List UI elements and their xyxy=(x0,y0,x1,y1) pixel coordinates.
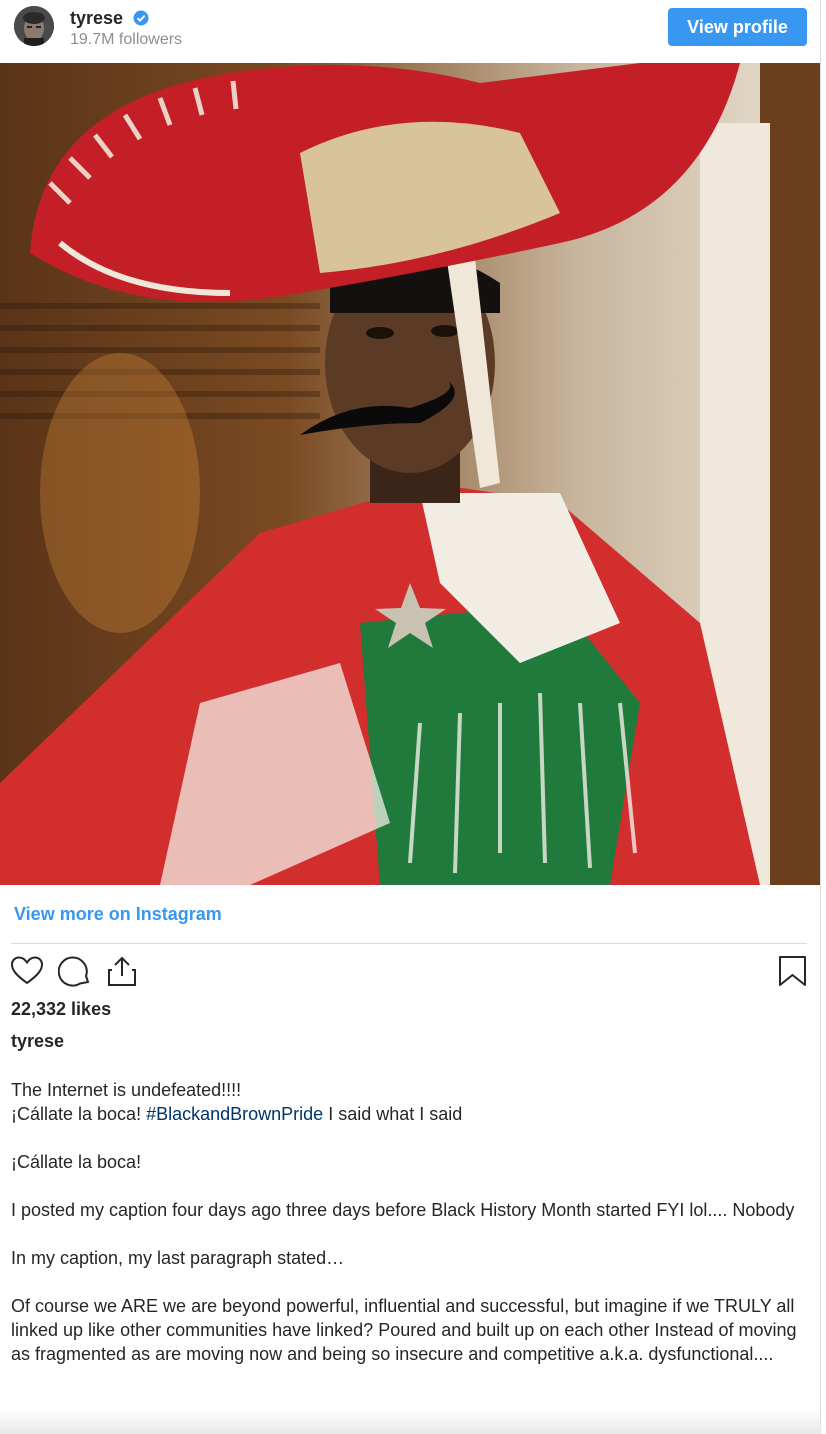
post-header: tyrese 19.7M followers View profile xyxy=(0,0,821,62)
comment-icon[interactable] xyxy=(57,954,92,988)
like-count[interactable]: 22,332 likes xyxy=(11,999,111,1020)
post-image[interactable] xyxy=(0,63,820,885)
caption-spacer xyxy=(11,1270,811,1294)
bottom-fade xyxy=(0,1408,821,1434)
username[interactable]: tyrese xyxy=(70,8,123,29)
verified-badge-icon xyxy=(133,10,149,26)
divider xyxy=(11,943,807,944)
caption-line: ¡Cállate la boca! #BlackandBrownPride I … xyxy=(11,1102,811,1126)
avatar[interactable] xyxy=(14,6,54,46)
caption-spacer xyxy=(11,1222,811,1246)
instagram-embed: tyrese 19.7M followers View profile View… xyxy=(0,0,821,1434)
caption-text: I said what I said xyxy=(323,1104,463,1124)
heart-icon[interactable] xyxy=(10,954,44,988)
action-bar xyxy=(0,950,821,994)
share-icon[interactable] xyxy=(105,954,139,988)
caption-line: Of course we ARE we are beyond powerful,… xyxy=(11,1296,797,1364)
follower-count: 19.7M followers xyxy=(70,31,183,48)
caption-spacer xyxy=(11,1126,811,1150)
caption-line: The Internet is undefeated!!!! xyxy=(11,1080,242,1100)
caption-username[interactable]: tyrese xyxy=(11,1031,64,1052)
caption-line: ¡Cállate la boca! xyxy=(11,1152,142,1172)
view-profile-button[interactable]: View profile xyxy=(668,8,807,46)
post-caption: The Internet is undefeated!!!! ¡Cállate … xyxy=(11,1078,811,1366)
caption-line: I posted my caption four days ago three … xyxy=(11,1200,795,1220)
caption-spacer xyxy=(11,1174,811,1198)
caption-text: ¡Cállate la boca! xyxy=(11,1104,147,1124)
caption-line: In my caption, my last paragraph stated… xyxy=(11,1248,345,1268)
hashtag-link[interactable]: #BlackandBrownPride xyxy=(146,1104,323,1124)
view-more-on-instagram-link[interactable]: View more on Instagram xyxy=(14,904,222,925)
bookmark-icon[interactable] xyxy=(776,954,810,988)
